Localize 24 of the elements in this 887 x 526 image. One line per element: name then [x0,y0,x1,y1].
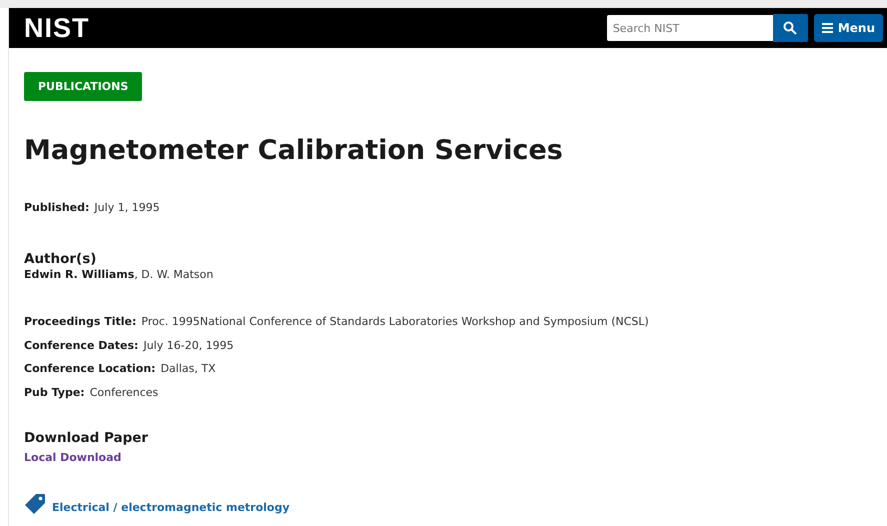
section-heading: Download Paper [24,430,150,446]
field-value: July 16-20, 1995 [143,338,234,352]
field-value: Conferences [90,386,158,399]
field-label: Conference Location: [24,362,156,376]
search-button[interactable] [772,14,808,42]
site-logo[interactable]: NIST [24,12,90,44]
field-label: Proceedings Title: [24,315,136,328]
menu-button[interactable]: Menu [814,14,883,42]
page-title: Magnetometer Calibration Services [24,135,564,168]
field-label: Published: [24,201,90,214]
field-value: July 1, 1995 [94,201,160,214]
download-link[interactable]: Local Download [24,450,122,464]
field-label: Conference Dates: [24,338,138,352]
menu-icon [822,23,833,33]
section-heading: Author(s) [24,251,98,268]
tag-icon [24,492,46,515]
search-icon [783,21,798,35]
field-label: Pub Type: [24,386,85,399]
category-badge[interactable]: PUBLICATIONS [24,72,142,101]
author-names: Edwin R. Williams, D. W. Matson [24,268,214,282]
field-value: Dallas, TX [160,362,216,376]
field-value: Proc. 1995National Conference of Standards Laboratories Workshop and Symposium (NCSL) [141,315,649,328]
search-field[interactable]: Search NIST [606,15,773,41]
topic-link[interactable]: Electrical / electromagnetic metrology [52,501,290,514]
